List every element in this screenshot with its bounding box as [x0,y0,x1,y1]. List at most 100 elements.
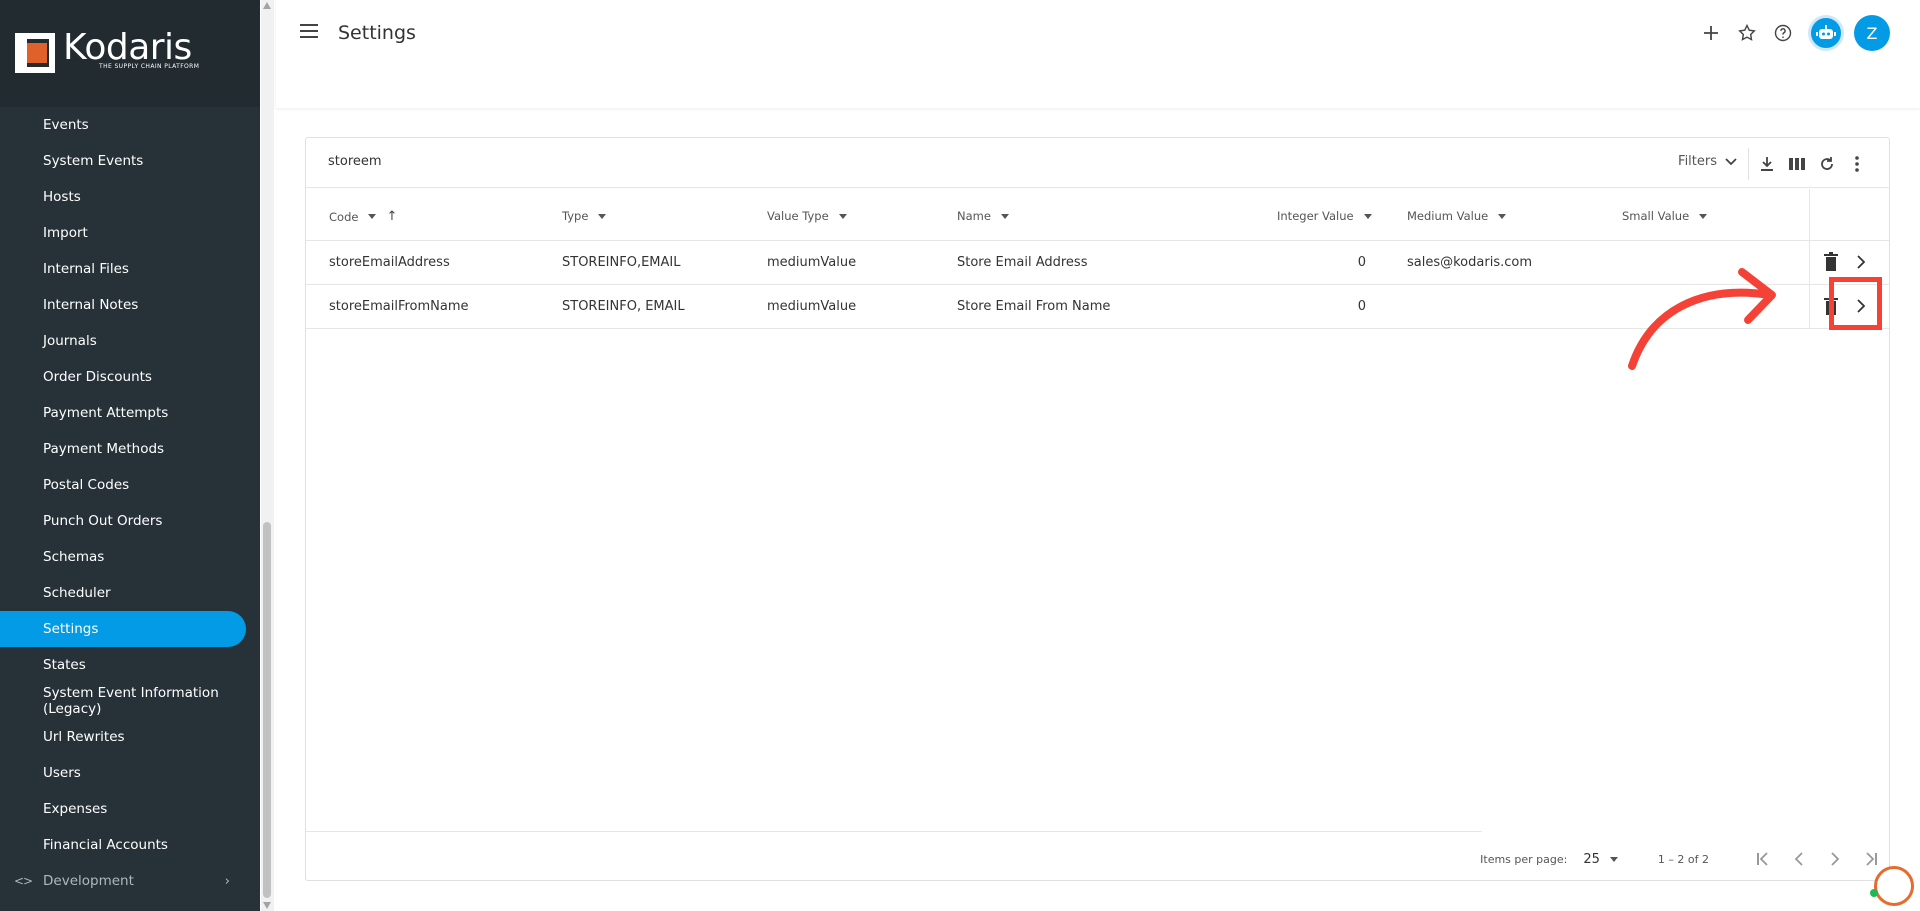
cell-name: Store Email From Name [957,299,1111,314]
sidebar-item-system-events[interactable]: System Events [0,143,246,179]
next-page-icon[interactable] [1817,844,1853,874]
sidebar-item-postal-codes[interactable]: Postal Codes [0,467,246,503]
cell-integer-value: 0 [1357,299,1366,314]
hamburger-menu-icon[interactable] [300,24,318,38]
column-label-integer-value: Integer Value [1277,209,1354,223]
caret-down-icon[interactable] [1000,213,1009,219]
filters-button[interactable]: Filters [1678,154,1737,169]
brand-name: Kodaris [63,27,192,68]
sidebar-nav: Events System Events Hosts Import Intern… [0,107,260,899]
brand-logo[interactable]: Kodaris THE SUPPLY CHAIN PLATFORM [0,0,260,107]
paginator: Items per page: 25 1 – 2 of 2 [1480,844,1889,874]
annotation-highlight-box [1829,277,1882,330]
scroll-up-arrow-icon[interactable] [263,2,271,9]
sidebar-item-payment-attempts[interactable]: Payment Attempts [0,395,246,431]
cell-name: Store Email Address [957,255,1088,270]
brand-tagline: THE SUPPLY CHAIN PLATFORM [99,63,200,70]
settings-table-card: storeem Filters Code ↑ Type Value Type N… [305,137,1890,881]
page-size-value: 25 [1583,851,1600,867]
sidebar-item-hosts[interactable]: Hosts [0,179,246,215]
cell-integer-value: 0 [1357,255,1366,270]
sidebar-item-internal-notes[interactable]: Internal Notes [0,287,246,323]
previous-page-icon[interactable] [1781,844,1817,874]
sidebar-item-payment-methods[interactable]: Payment Methods [0,431,246,467]
online-status-dot [1870,889,1878,897]
annotation-arrow-icon [1628,268,1776,370]
sort-ascending-icon[interactable]: ↑ [386,209,397,224]
column-header-medium-value[interactable]: Medium Value [1407,209,1507,223]
chevron-right-icon: › [224,873,230,889]
sidebar-item-internal-files[interactable]: Internal Files [0,251,246,287]
items-per-page-label: Items per page: [1480,852,1568,866]
assistant-bot-icon[interactable] [1808,15,1844,51]
search-input[interactable]: storeem [328,154,382,169]
page-range-label: 1 – 2 of 2 [1657,852,1709,866]
sidebar: Kodaris THE SUPPLY CHAIN PLATFORM Events… [0,0,260,911]
column-label-type: Type [562,209,589,223]
development-label-group: <> Development [14,873,134,889]
sidebar-item-import[interactable]: Import [0,215,246,251]
column-header-integer-value[interactable]: Integer Value [1277,209,1372,223]
toolbar-actions [1749,152,1869,176]
column-label-medium-value: Medium Value [1407,209,1489,223]
caret-down-icon[interactable] [1363,213,1372,219]
open-row-chevron-icon[interactable] [1853,252,1869,272]
caret-down-icon[interactable] [1498,213,1507,219]
sidebar-item-events[interactable]: Events [0,107,246,143]
sidebar-item-scheduler[interactable]: Scheduler [0,575,246,611]
star-icon[interactable] [1732,18,1762,48]
sidebar-item-order-discounts[interactable]: Order Discounts [0,359,246,395]
sidebar-scrollbar[interactable] [261,0,274,911]
sidebar-item-system-event-information[interactable]: System Event Information (Legacy) [0,683,246,719]
caret-down-icon[interactable] [838,213,847,219]
refresh-icon[interactable] [1815,152,1839,176]
page-size-select[interactable]: 25 [1583,852,1618,867]
chat-support-icon[interactable] [1874,866,1914,906]
more-vert-icon[interactable] [1845,152,1869,176]
caret-down-icon[interactable] [368,214,377,219]
cell-medium-value: sales@kodaris.com [1407,255,1532,270]
add-icon[interactable] [1696,18,1726,48]
scroll-down-arrow-icon[interactable] [263,902,271,909]
cell-code: storeEmailFromName [329,299,469,314]
column-header-code[interactable]: Code ↑ [329,209,397,224]
delete-icon[interactable] [1823,252,1839,272]
download-icon[interactable] [1755,152,1779,176]
sidebar-item-states[interactable]: States [0,647,246,683]
top-header: Settings Z [276,0,1920,108]
sidebar-item-journals[interactable]: Journals [0,323,246,359]
sidebar-item-expenses[interactable]: Expenses [0,791,246,827]
cell-code: storeEmailAddress [329,255,450,270]
sidebar-item-development[interactable]: <> Development › [0,863,246,899]
sidebar-item-schemas[interactable]: Schemas [0,539,246,575]
column-header-small-value[interactable]: Small Value [1622,209,1708,223]
development-label: Development [43,873,134,889]
column-header-name[interactable]: Name [957,209,1009,223]
column-label-value-type: Value Type [767,209,829,223]
sidebar-item-punch-out-orders[interactable]: Punch Out Orders [0,503,246,539]
table-footer-divider [306,831,1482,832]
columns-icon[interactable] [1785,152,1809,176]
sidebar-item-settings[interactable]: Settings [0,611,246,647]
column-label-code: Code [329,209,359,224]
caret-down-icon [1609,856,1618,862]
first-page-icon[interactable] [1745,844,1781,874]
sidebar-item-users[interactable]: Users [0,755,246,791]
filters-label: Filters [1678,154,1717,169]
column-header-type[interactable]: Type [562,209,607,223]
table-toolbar: storeem Filters [306,138,1889,188]
sidebar-item-url-rewrites[interactable]: Url Rewrites [0,719,246,755]
cell-value-type: mediumValue [767,299,857,314]
row-actions [1823,252,1869,272]
help-icon[interactable] [1768,18,1798,48]
caret-down-icon[interactable] [598,213,607,219]
chevron-down-icon [1725,155,1737,169]
column-header-value-type[interactable]: Value Type [767,209,847,223]
sidebar-item-financial-accounts[interactable]: Financial Accounts [0,827,246,863]
caret-down-icon[interactable] [1699,213,1708,219]
scrollbar-thumb[interactable] [263,522,271,898]
page-title: Settings [338,22,416,44]
cell-type: STOREINFO, EMAIL [562,299,685,314]
user-avatar[interactable]: Z [1854,15,1890,51]
table-header: Code ↑ Type Value Type Name Integer Valu… [306,189,1889,241]
